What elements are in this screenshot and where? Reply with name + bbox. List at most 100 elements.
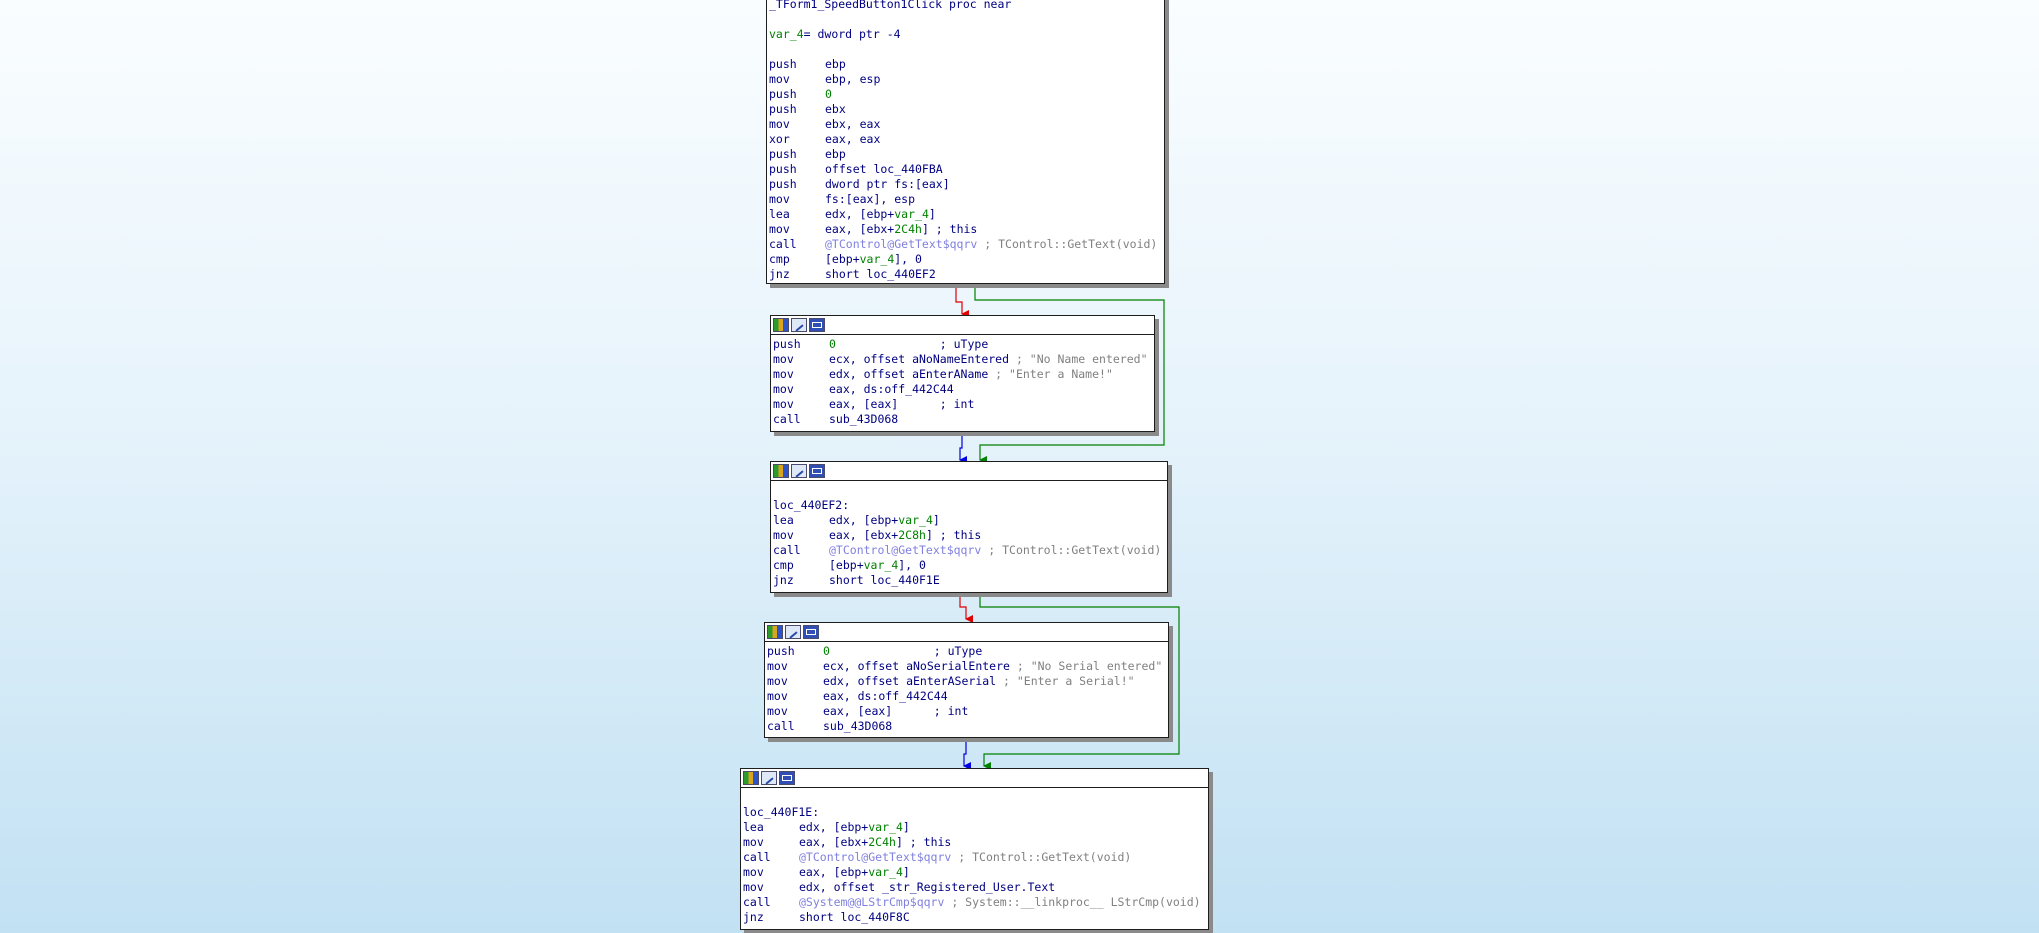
graph-view-canvas[interactable]: _TForm1_SpeedButton1Click proc near var_4… — [0, 0, 2039, 933]
colors-icon[interactable] — [743, 771, 759, 785]
asm-line[interactable]: mov eax, ds:off_442C44 — [767, 689, 1166, 704]
asm-line[interactable]: call sub_43D068 — [773, 412, 1152, 427]
asm-line[interactable]: var_4= dword ptr -4 — [769, 27, 1162, 42]
code-block-loc-440ef2[interactable]: loc_440EF2: lea edx, [ebp+var_4] mov eax, [e… — [770, 461, 1168, 593]
asm-token: var_4 — [868, 820, 903, 834]
asm-line[interactable]: mov ebx, eax — [769, 117, 1162, 132]
colors-icon[interactable] — [773, 318, 789, 332]
asm-line[interactable] — [743, 790, 1206, 805]
asm-line[interactable]: loc_440F1E: — [743, 805, 1206, 820]
asm-token: fs:[eax], esp — [825, 192, 916, 206]
asm-line[interactable]: call @System@@LStrCmp$qqrv ; System::__li… — [743, 895, 1206, 910]
asm-token: 0 — [829, 337, 836, 351]
asm-line[interactable]: jnz short loc_440F8C — [743, 910, 1206, 925]
asm-token: sub_43D068 — [823, 719, 893, 733]
node-toolbar — [771, 316, 1154, 335]
asm-mnemonic: mov — [767, 659, 788, 673]
asm-token: @TControl@GetText$qqrv — [799, 850, 952, 864]
asm-mnemonic: mov — [773, 352, 794, 366]
asm-line[interactable]: mov ecx, offset aNoSerialEntere ; "No Ser… — [767, 659, 1166, 674]
asm-line[interactable]: lea edx, [ebp+var_4] — [769, 207, 1162, 222]
edge-entry-to-no-name — [955, 285, 969, 318]
asm-line[interactable] — [769, 12, 1162, 27]
asm-mnemonic: mov — [773, 367, 794, 381]
asm-token: var_4 — [894, 207, 929, 221]
asm-line[interactable]: push ebx — [769, 102, 1162, 117]
asm-line[interactable]: mov eax, [ebx+2C4h] ; this — [743, 835, 1206, 850]
asm-token: eax, [ebx+ — [799, 835, 869, 849]
asm-line[interactable]: mov eax, [ebx+2C8h] ; this — [773, 528, 1165, 543]
group-icon[interactable] — [779, 771, 795, 785]
asm-line[interactable]: cmp [ebp+var_4], 0 — [773, 558, 1165, 573]
asm-line[interactable]: call sub_43D068 — [767, 719, 1166, 734]
asm-line[interactable]: loc_440EF2: — [773, 498, 1165, 513]
asm-line[interactable]: push 0 ; uType — [773, 337, 1152, 352]
asm-mnemonic: push — [769, 87, 797, 101]
asm-line[interactable]: push dword ptr fs:[eax] — [769, 177, 1162, 192]
asm-line[interactable]: xor eax, eax — [769, 132, 1162, 147]
asm-line[interactable]: mov eax, [ebx+2C4h] ; this — [769, 222, 1162, 237]
asm-line[interactable]: lea edx, [ebp+var_4] — [773, 513, 1165, 528]
edge-no-serial-to-loc-440f1e — [963, 738, 971, 770]
asm-token: edx, offset aEnterAName — [829, 367, 989, 381]
asm-line[interactable]: mov edx, offset aEnterASerial ; "Enter a … — [767, 674, 1166, 689]
asm-line[interactable]: push ebp — [769, 147, 1162, 162]
asm-line[interactable] — [773, 483, 1165, 498]
group-icon[interactable] — [803, 625, 819, 639]
asm-mnemonic: lea — [769, 207, 790, 221]
asm-line[interactable]: mov eax, [ebp+var_4] — [743, 865, 1206, 880]
asm-token: eax, [ebx+ — [829, 528, 899, 542]
code-block-no-serial[interactable]: push 0 ; uType mov ecx, offset aNoSerialEnt… — [764, 622, 1169, 738]
asm-line[interactable]: mov ecx, offset aNoNameEntered ; "No Name… — [773, 352, 1152, 367]
asm-token: var_4 — [898, 513, 933, 527]
asm-line[interactable]: push 0 ; uType — [767, 644, 1166, 659]
asm-line[interactable]: push 0 — [769, 87, 1162, 102]
asm-line[interactable]: mov ebp, esp — [769, 72, 1162, 87]
asm-token: ebx — [825, 102, 846, 116]
rename-icon[interactable] — [761, 771, 777, 785]
asm-line[interactable]: push offset loc_440FBA — [769, 162, 1162, 177]
asm-line[interactable]: mov edx, offset aEnterAName ; "Enter a Na… — [773, 367, 1152, 382]
disassembly-listing: push 0 ; uType mov ecx, offset aNoSerialEnt… — [765, 642, 1168, 734]
asm-token: 2C8h — [898, 528, 926, 542]
asm-token: eax, ds:off_442C44 — [829, 382, 954, 396]
asm-line[interactable] — [769, 42, 1162, 57]
asm-token: ] — [902, 820, 910, 834]
asm-mnemonic: mov — [769, 72, 790, 86]
group-icon[interactable] — [809, 318, 825, 332]
asm-line[interactable]: call @TControl@GetText$qqrv ; TControl::G… — [743, 850, 1206, 865]
asm-token: ebx, eax — [825, 117, 881, 131]
asm-token: ] — [932, 513, 940, 527]
asm-line[interactable]: lea edx, [ebp+var_4] — [743, 820, 1206, 835]
asm-line[interactable]: jnz short loc_440EF2 — [769, 267, 1162, 282]
asm-mnemonic: mov — [773, 528, 794, 542]
asm-line[interactable]: mov eax, [eax] ; int — [767, 704, 1166, 719]
asm-token: ; TControl::GetText(void) — [951, 850, 1132, 864]
code-block-proc-entry[interactable]: _TForm1_SpeedButton1Click proc near var_4… — [766, 0, 1165, 284]
asm-line[interactable]: jnz short loc_440F1E — [773, 573, 1165, 588]
asm-token: edx, offset _str_Registered_User.Text — [799, 880, 1056, 894]
code-block-loc-440f1e[interactable]: loc_440F1E: lea edx, [ebp+var_4] mov eax, [e… — [740, 768, 1209, 930]
asm-line[interactable]: cmp [ebp+var_4], 0 — [769, 252, 1162, 267]
asm-line[interactable]: mov eax, [eax] ; int — [773, 397, 1152, 412]
asm-mnemonic: mov — [767, 689, 788, 703]
colors-icon[interactable] — [773, 464, 789, 478]
asm-mnemonic: mov — [773, 397, 794, 411]
asm-line[interactable]: call @TControl@GetText$qqrv ; TControl::G… — [769, 237, 1162, 252]
asm-line[interactable]: mov edx, offset _str_Registered_User.Text — [743, 880, 1206, 895]
asm-token: loc_440F1E: — [743, 805, 820, 819]
rename-icon[interactable] — [791, 318, 807, 332]
code-block-no-name[interactable]: push 0 ; uType mov ecx, offset aNoNameEnter… — [770, 315, 1155, 432]
asm-line[interactable]: mov eax, ds:off_442C44 — [773, 382, 1152, 397]
colors-icon[interactable] — [767, 625, 783, 639]
asm-mnemonic: lea — [743, 820, 764, 834]
asm-line[interactable]: _TForm1_SpeedButton1Click proc near — [769, 0, 1162, 12]
asm-line[interactable]: call @TControl@GetText$qqrv ; TControl::G… — [773, 543, 1165, 558]
asm-line[interactable]: mov fs:[eax], esp — [769, 192, 1162, 207]
rename-icon[interactable] — [785, 625, 801, 639]
asm-token: 0 — [825, 87, 832, 101]
asm-line[interactable]: push ebp — [769, 57, 1162, 72]
asm-token: ; "Enter a Serial!" — [996, 674, 1135, 688]
rename-icon[interactable] — [791, 464, 807, 478]
group-icon[interactable] — [809, 464, 825, 478]
